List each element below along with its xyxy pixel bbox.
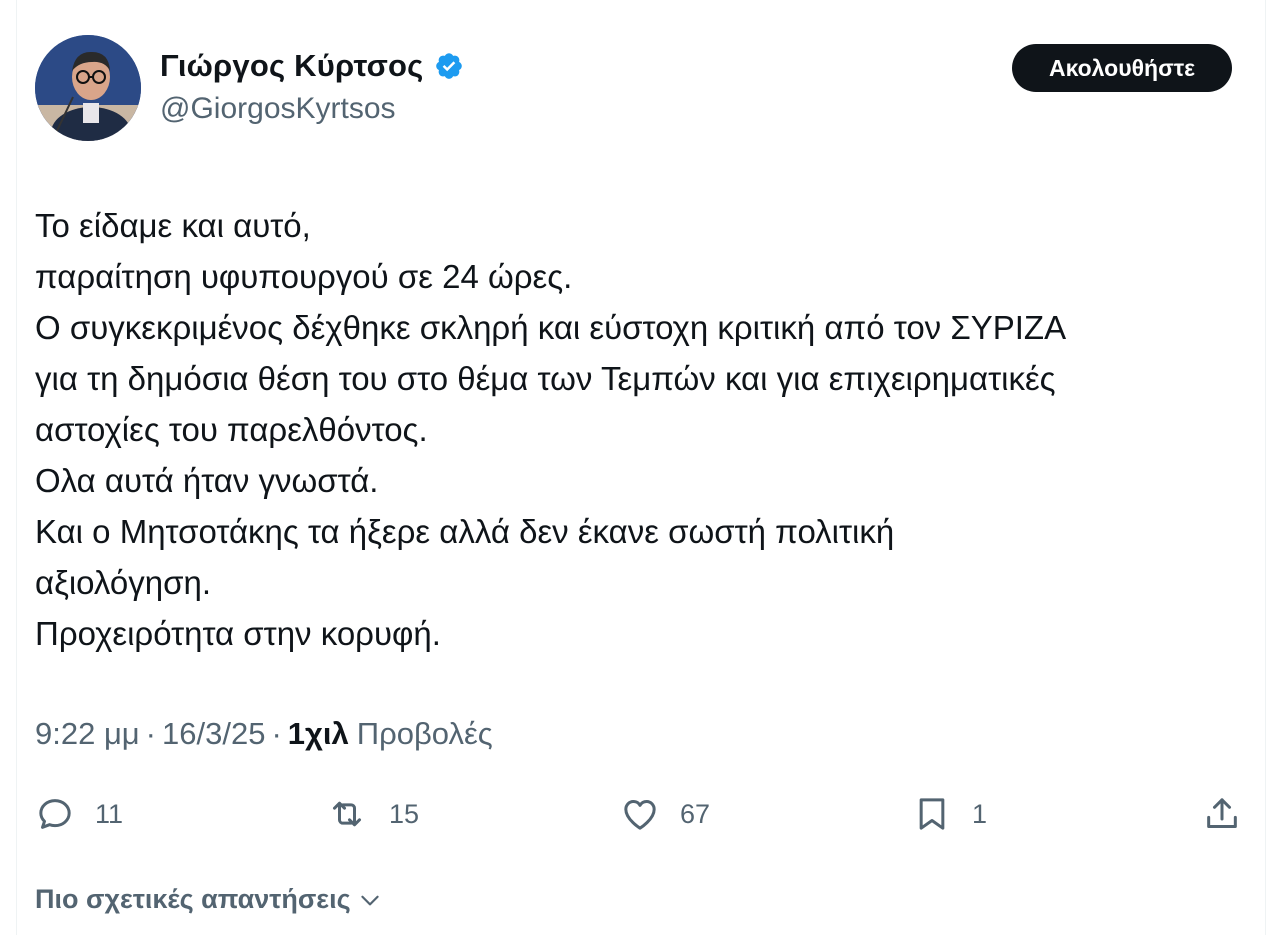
tweet-line: αστοχίες του παρελθόντος. [35, 411, 428, 448]
repost-count: 15 [389, 798, 420, 829]
tweet-line: Και ο Μητσοτάκης τα ήξερε αλλά δεν έκανε… [35, 513, 895, 550]
bookmark-count: 1 [972, 798, 988, 829]
author-handle[interactable]: @GiorgosKyrtsos [160, 92, 396, 126]
tweet-text: Το είδαμε και αυτό, παραίτηση υφυπουργού… [35, 200, 1250, 659]
tweet-line: Ο συγκεκριμένος δέχθηκε σκληρή και εύστο… [35, 309, 1067, 346]
more-replies-label: Πιο σχετικές απαντήσεις [35, 884, 351, 914]
tweet-line: Ολα αυτά ήταν γνωστά. [35, 462, 379, 499]
reply-count: 11 [95, 798, 124, 829]
author-display-name[interactable]: Γιώργος Κύρτσος [160, 48, 424, 84]
tweet-time[interactable]: 9:22 μμ [35, 716, 140, 752]
views-count: 1χιλ [287, 716, 349, 751]
tweet-line: για τη δημόσια θέση του στο θέμα των Τεμ… [35, 360, 1056, 397]
bookmark-icon [919, 798, 945, 830]
tweet-date[interactable]: 16/3/25 [162, 716, 265, 752]
chevron-down-icon [360, 895, 379, 905]
bookmark-button[interactable]: 1 [912, 790, 987, 838]
share-icon [1207, 798, 1237, 828]
tweet-line: αξιολόγηση. [35, 564, 212, 601]
views-label: Προβολές [356, 716, 493, 751]
avatar[interactable] [35, 35, 141, 141]
reply-icon [39, 799, 71, 829]
tweet-line: Προχειρότητα στην κορυφή. [35, 615, 441, 652]
repost-button[interactable]: 15 [325, 790, 419, 838]
meta-separator: · [145, 716, 156, 751]
repost-icon [333, 801, 361, 827]
heart-icon [624, 800, 656, 830]
follow-button[interactable]: Ακολουθήστε [1012, 44, 1232, 92]
verified-badge-icon[interactable] [434, 51, 464, 81]
author-name-row[interactable]: Γιώργος Κύρτσος [160, 48, 464, 84]
meta-separator: · [271, 716, 282, 751]
like-button[interactable]: 67 [620, 790, 710, 838]
tweet-line: Το είδαμε και αυτό, [35, 207, 311, 244]
reply-button[interactable]: 11 [35, 790, 123, 838]
like-count: 67 [680, 798, 711, 829]
tweet-line: παραίτηση υφυπουργού σε 24 ώρες. [35, 258, 573, 295]
profile-photo [35, 35, 141, 141]
more-relevant-replies-toggle[interactable]: Πιο σχετικές απαντήσεις [35, 884, 383, 915]
share-button[interactable] [1202, 790, 1242, 838]
action-bar: 11 15 67 1 [0, 790, 1276, 838]
tweet-meta: 9:22 μμ · 16/3/25 · 1χιλ Προβολές [35, 716, 493, 752]
